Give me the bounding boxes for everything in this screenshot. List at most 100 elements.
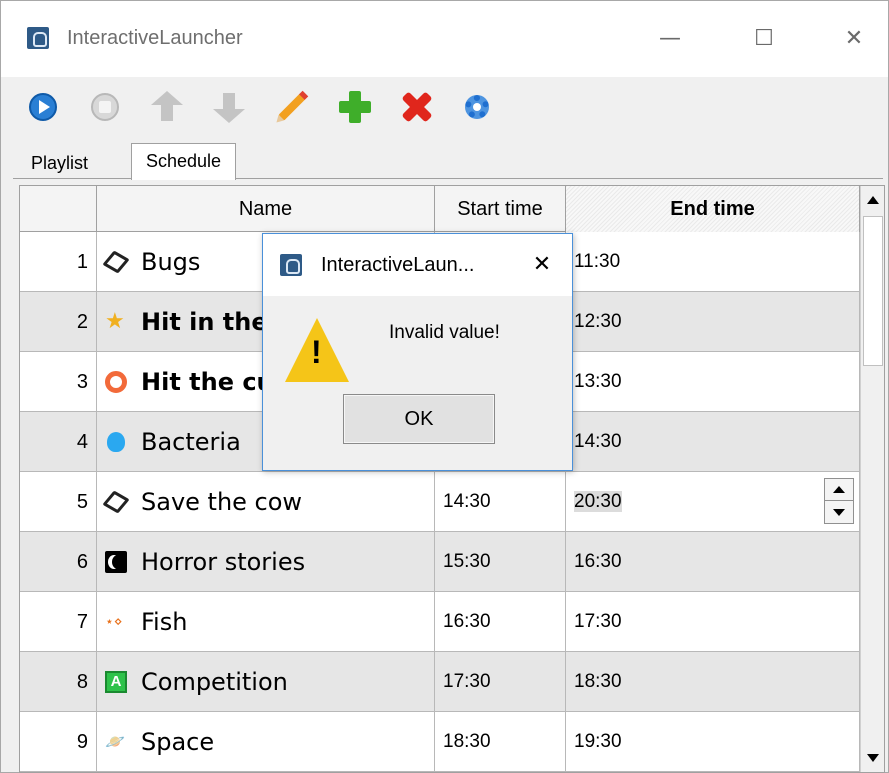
row-number: 5 <box>20 472 97 532</box>
toolbar <box>1 79 888 137</box>
ok-button[interactable]: OK <box>343 394 495 444</box>
table-header: Name Start time End time <box>20 186 860 232</box>
start-time-cell[interactable]: 15:30 <box>435 532 566 592</box>
delete-button[interactable] <box>397 87 437 127</box>
name-text: Hit the cu <box>141 368 274 396</box>
spin-down-button[interactable] <box>825 501 853 523</box>
end-time-cell[interactable]: 11:30 <box>566 232 860 292</box>
name-text: Bugs <box>141 248 201 276</box>
unity-icon <box>102 250 130 274</box>
name-cell[interactable]: A Competition <box>97 652 435 712</box>
header-start-time[interactable]: Start time <box>435 186 566 232</box>
name-cell[interactable]: ⋆⋄ Fish <box>97 592 435 652</box>
tab-playlist[interactable]: Playlist <box>21 149 98 179</box>
gear-icon <box>465 95 489 119</box>
close-button[interactable]: ✕ <box>829 15 879 63</box>
start-time-cell[interactable]: 14:30 <box>435 472 566 532</box>
start-time-cell[interactable]: 16:30 <box>435 592 566 652</box>
start-time-cell[interactable]: 17:30 <box>435 652 566 712</box>
end-time-cell[interactable]: 17:30 <box>566 592 860 652</box>
move-up-button[interactable] <box>147 87 187 127</box>
row-number: 6 <box>20 532 97 592</box>
row-number: 8 <box>20 652 97 712</box>
table-row[interactable]: 7 ⋆⋄ Fish 16:30 17:30 <box>20 592 860 652</box>
tab-schedule[interactable]: Schedule <box>131 143 237 180</box>
tab-bar: Playlist Schedule <box>13 143 883 180</box>
moon-icon <box>105 551 127 573</box>
header-name[interactable]: Name <box>97 186 435 232</box>
name-text: Hit in the <box>141 308 268 336</box>
app-logo-icon <box>27 27 49 49</box>
add-button[interactable] <box>335 87 375 127</box>
planet-icon: 🪐 <box>105 732 125 751</box>
name-cell[interactable]: Save the cow <box>97 472 435 532</box>
row-number: 1 <box>20 232 97 292</box>
move-down-button[interactable] <box>209 87 249 127</box>
unity-icon <box>102 490 130 514</box>
time-spinbox <box>824 478 854 524</box>
end-time-editor[interactable]: 20:30 <box>566 472 860 532</box>
dialog-close-button[interactable]: ✕ <box>525 248 559 282</box>
ring-icon <box>105 371 127 393</box>
minimize-button[interactable]: — <box>645 15 695 63</box>
arrow-up-icon <box>151 91 183 105</box>
row-number: 4 <box>20 412 97 472</box>
star-icon: ★ <box>105 309 125 334</box>
header-number[interactable] <box>20 186 97 232</box>
competition-icon: A <box>105 671 127 693</box>
end-time-cell[interactable]: 18:30 <box>566 652 860 712</box>
edit-button[interactable] <box>269 87 309 127</box>
end-time-cell[interactable]: 16:30 <box>566 532 860 592</box>
stop-square <box>99 101 111 113</box>
row-number: 3 <box>20 352 97 412</box>
start-time-cell[interactable]: 18:30 <box>435 712 566 772</box>
row-number: 2 <box>20 292 97 352</box>
play-button[interactable] <box>23 87 63 127</box>
app-logo-icon <box>280 254 302 276</box>
end-time-cell[interactable]: 12:30 <box>566 292 860 352</box>
fish-icon: ⋆⋄ <box>105 614 123 630</box>
blob-icon <box>107 432 125 452</box>
scrollbar-thumb[interactable] <box>863 216 883 366</box>
plus-icon-bar <box>339 101 371 113</box>
dialog-title-bar: InteractiveLaun... ✕ <box>263 234 572 296</box>
settings-button[interactable] <box>457 87 497 127</box>
table-row[interactable]: 9 🪐 Space 18:30 19:30 <box>20 712 860 772</box>
scroll-up-button[interactable] <box>861 188 884 212</box>
vertical-scrollbar[interactable] <box>860 186 884 772</box>
play-triangle <box>39 100 50 114</box>
name-cell[interactable]: Horror stories <box>97 532 435 592</box>
arrow-down-shaft <box>223 93 235 109</box>
pencil-icon <box>278 93 306 121</box>
stop-button[interactable] <box>85 87 125 127</box>
arrow-up-shaft <box>161 105 173 121</box>
name-cell[interactable]: 🪐 Space <box>97 712 435 772</box>
row-number: 7 <box>20 592 97 652</box>
name-text: Save the cow <box>141 488 303 516</box>
window-title: InteractiveLauncher <box>67 27 243 49</box>
maximize-button[interactable]: ☐ <box>739 15 789 63</box>
name-text: Space <box>141 728 215 756</box>
dialog-message: Invalid value! <box>389 322 500 343</box>
name-text: Competition <box>141 668 288 696</box>
name-text: Fish <box>141 608 188 636</box>
name-text: Bacteria <box>141 428 241 456</box>
header-end-time[interactable]: End time <box>566 186 860 232</box>
end-time-input[interactable]: 20:30 <box>574 491 622 512</box>
dialog-title: InteractiveLaun... <box>321 254 475 276</box>
table-row[interactable]: 8 A Competition 17:30 18:30 <box>20 652 860 712</box>
table-row[interactable]: 6 Horror stories 15:30 16:30 <box>20 532 860 592</box>
end-time-cell[interactable]: 14:30 <box>566 412 860 472</box>
title-bar: InteractiveLauncher — ☐ ✕ <box>1 1 888 77</box>
name-text: Horror stories <box>141 548 306 576</box>
main-window: InteractiveLauncher — ☐ ✕ Playlist Sched… <box>0 0 889 773</box>
error-dialog: InteractiveLaun... ✕ ! Invalid value! OK <box>262 233 573 471</box>
end-time-cell[interactable]: 13:30 <box>566 352 860 412</box>
scroll-down-button[interactable] <box>861 746 884 770</box>
spin-up-button[interactable] <box>825 479 853 501</box>
row-number: 9 <box>20 712 97 772</box>
end-time-cell[interactable]: 19:30 <box>566 712 860 772</box>
arrow-down-icon <box>213 109 245 123</box>
warning-mark: ! <box>311 334 322 370</box>
table-row[interactable]: 5 Save the cow 14:30 20:30 <box>20 472 860 532</box>
